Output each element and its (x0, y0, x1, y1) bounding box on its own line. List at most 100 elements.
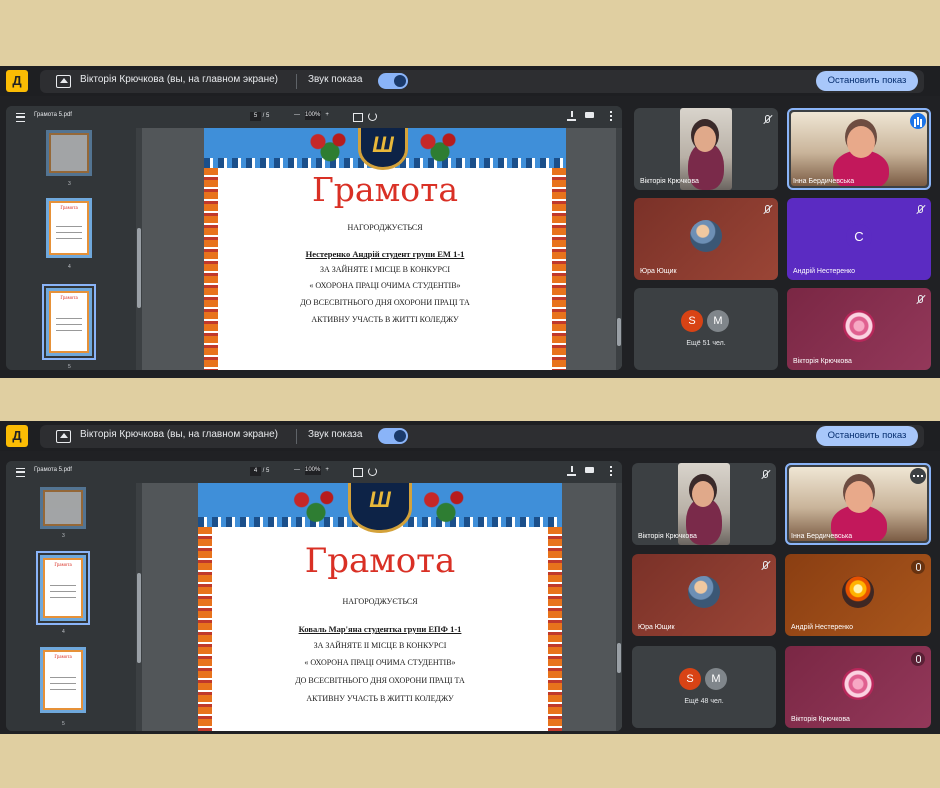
thumbnail-sidebar: 3 Грамота 4 Грамота 5 (6, 128, 136, 370)
print-icon[interactable] (585, 112, 594, 118)
participant-initial: S (679, 668, 701, 690)
zoom-out-button[interactable]: — (294, 467, 300, 473)
participant-tile[interactable]: Вікторія Крючкова (785, 646, 931, 728)
rotate-icon[interactable] (368, 112, 377, 121)
certificate-awarded: НАГОРОДЖУЄТЬСЯ (342, 597, 418, 606)
page-indicator: 4 / 5 (250, 467, 269, 476)
certificate-line-3: ДО ВСЕСВІТНЬОГО ДНЯ ОХОРОНИ ПРАЦІ ТА (300, 298, 470, 307)
pdf-file-name: Грамота 5.pdf (34, 467, 72, 473)
mic-off-icon (911, 652, 925, 666)
participant-tile[interactable]: Вікторія Крючкова (787, 288, 931, 370)
divider (296, 74, 297, 89)
pdf-toolbar: Грамота 5.pdf 4 / 5 — 100% + (6, 461, 622, 483)
fit-page-icon[interactable] (353, 468, 363, 477)
presenter-label: Вікторія Крючкова (вы, на главном экране… (80, 429, 278, 440)
pdf-toolbar: Грамота 5.pdf 5 / 5 — 100% + (6, 106, 622, 128)
fit-page-icon[interactable] (353, 113, 363, 122)
stop-presenting-button[interactable]: Остановить показ (816, 426, 918, 446)
page-total: 5 (266, 468, 270, 474)
mic-off-icon (915, 205, 924, 215)
thumbnail-title: Грамота (54, 563, 72, 568)
mic-off-icon (915, 295, 924, 305)
mic-off-icon (760, 470, 769, 480)
present-screen-icon (56, 430, 71, 443)
certificate-title: Грамота (304, 541, 456, 581)
zoom-input[interactable]: 100% (304, 111, 321, 120)
present-screen-icon (56, 75, 71, 88)
thumbnail-number: 5 (62, 721, 65, 727)
participant-avatar (842, 576, 874, 608)
document-scrollbar[interactable] (616, 483, 622, 731)
zoom-out-button[interactable]: — (294, 112, 300, 118)
page-total: 5 (266, 113, 270, 119)
certificate-line-4: АКТИВНУ УЧАСТЬ В ЖИТТІ КОЛЕДЖУ (306, 694, 454, 703)
participant-video (789, 467, 927, 541)
thumbnail-number: 3 (62, 533, 65, 539)
participant-tile[interactable]: Андрій Нестеренко (785, 554, 931, 636)
thumbnail-page-5[interactable]: Грамота (40, 647, 86, 713)
thumbnail-number: 3 (68, 181, 71, 187)
thumbnail-page-4[interactable]: Грамота (46, 198, 92, 258)
participant-name: Андрій Нестеренко (791, 624, 854, 631)
certificate-line-3: ДО ВСЕСВІТНЬОГО ДНЯ ОХОРОНИ ПРАЦІ ТА (295, 676, 465, 685)
participant-tile[interactable]: Інна Бердичевська (785, 463, 931, 545)
page-input[interactable]: 5 (250, 112, 261, 121)
participant-initial: M (705, 668, 727, 690)
menu-icon[interactable] (16, 113, 25, 122)
page-input[interactable]: 4 (250, 467, 261, 476)
sound-toggle[interactable] (378, 428, 408, 444)
certificate-page: Ш Грамота НАГОРОДЖУЄТЬСЯ Коваль Мар'яна … (198, 483, 562, 731)
thumbnail-page-3[interactable] (40, 487, 86, 529)
participant-tile[interactable]: Вікторія Крючкова (632, 463, 776, 545)
participant-name: Вікторія Крючкова (793, 358, 852, 365)
sound-label: Звук показа (308, 429, 363, 440)
rotate-icon[interactable] (368, 467, 377, 476)
more-participants-tile[interactable]: S M Ещё 48 чел. (632, 646, 776, 728)
certificate-line-4: АКТИВНУ УЧАСТЬ В ЖИТТІ КОЛЕДЖУ (311, 315, 459, 324)
participant-tile[interactable]: Вікторія Крючкова (634, 108, 778, 190)
meet-logo-icon[interactable]: Д (6, 425, 28, 447)
meet-screenshot-1: Д Вікторія Крючкова (вы, на главном экра… (0, 66, 940, 378)
more-options-icon[interactable] (910, 468, 926, 484)
print-icon[interactable] (585, 467, 594, 473)
more-options-icon[interactable] (610, 466, 612, 468)
participant-avatar (688, 576, 720, 608)
thumbnail-page-5[interactable]: Грамота (42, 284, 96, 360)
participant-tile[interactable]: Інна Бердичевська (787, 108, 931, 190)
download-icon[interactable] (567, 111, 576, 121)
participant-name: Андрій Нестеренко (793, 268, 856, 275)
menu-icon[interactable] (16, 468, 25, 477)
pdf-viewer: Грамота 5.pdf 5 / 5 — 100% + 3 Грамота 4… (6, 106, 622, 370)
sound-toggle[interactable] (378, 73, 408, 89)
participant-tile[interactable]: Юра Ющик (634, 198, 778, 280)
more-participants-count: Ещё 48 чел. (684, 698, 724, 705)
zoom-in-button[interactable]: + (325, 467, 329, 473)
zoom-input[interactable]: 100% (304, 466, 321, 475)
zoom-in-button[interactable]: + (325, 112, 329, 118)
thumbnail-page-3[interactable] (46, 130, 92, 176)
certificate-title: Грамота (311, 170, 459, 209)
participant-name: Вікторія Крючкова (638, 533, 697, 540)
participant-avatar (843, 310, 875, 342)
thumbnail-title: Грамота (60, 206, 78, 211)
thumbnail-page-4[interactable]: Грамота (36, 551, 90, 625)
thumbnail-title: Грамота (54, 655, 72, 660)
meet-logo-icon[interactable]: Д (6, 70, 28, 92)
volume-icon (394, 75, 406, 87)
zoom-controls: — 100% + (294, 466, 329, 475)
more-options-icon[interactable] (610, 111, 612, 113)
participant-tile[interactable]: Юра Ющик (632, 554, 776, 636)
thumbnail-number: 5 (68, 364, 71, 370)
participant-avatar (690, 220, 722, 252)
more-participants-count: Ещё 51 чел. (686, 340, 726, 347)
presentation-bar: Вікторія Крючкова (вы, на главном экране… (40, 70, 924, 93)
participant-video (791, 112, 927, 186)
certificate-line-1: ЗА ЗАЙНЯТЕ І МІСЦЕ В КОНКУРСІ (319, 265, 451, 274)
download-icon[interactable] (567, 466, 576, 476)
document-scrollbar[interactable] (616, 128, 622, 370)
more-participants-tile[interactable]: S M Ещё 51 чел. (634, 288, 778, 370)
participant-tile[interactable]: С Андрій Нестеренко (787, 198, 931, 280)
zoom-controls: — 100% + (294, 111, 329, 120)
meet-top-bar: Д Вікторія Крючкова (вы, на главном экра… (0, 421, 940, 451)
stop-presenting-button[interactable]: Остановить показ (816, 71, 918, 91)
